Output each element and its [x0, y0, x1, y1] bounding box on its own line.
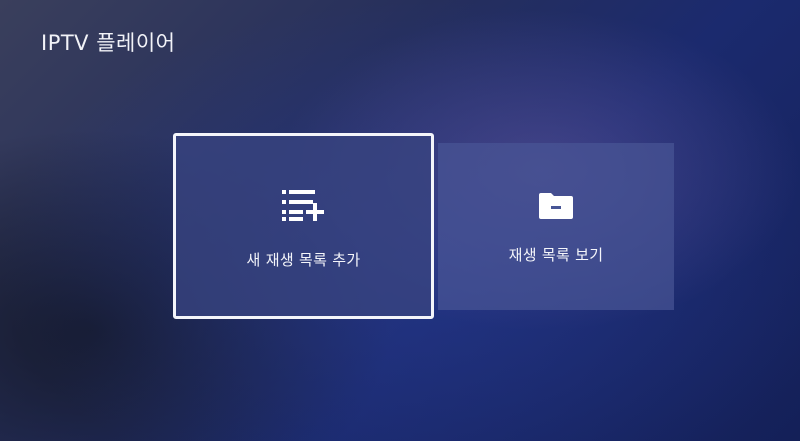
view-playlists-label: 재생 목록 보기	[508, 246, 604, 264]
view-playlists-tile[interactable]: 재생 목록 보기	[438, 143, 674, 310]
app-title: IPTV 플레이어	[41, 31, 176, 55]
playlist-add-icon	[281, 189, 324, 221]
folder-icon	[539, 193, 573, 219]
add-playlist-tile[interactable]: 새 재생 목록 추가	[173, 133, 434, 319]
add-playlist-label: 새 재생 목록 추가	[246, 250, 361, 269]
